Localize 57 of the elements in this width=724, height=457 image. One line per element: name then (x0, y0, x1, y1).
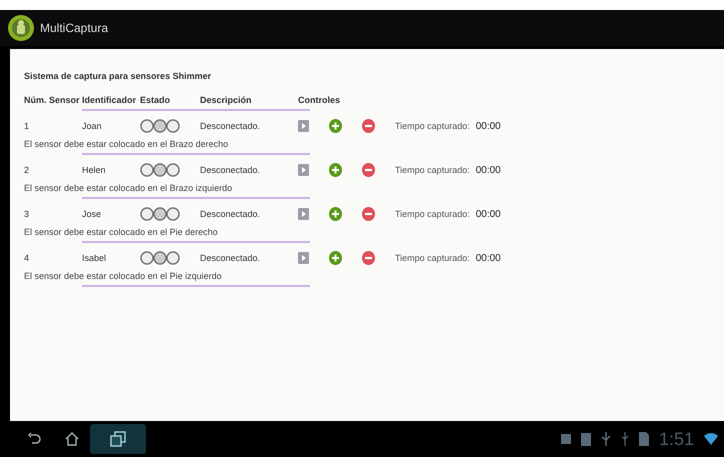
status-circles-icon (140, 251, 180, 265)
play-button[interactable] (298, 164, 309, 176)
remove-button[interactable] (362, 251, 375, 265)
recent-apps-button[interactable] (90, 424, 146, 454)
sensor-name: Helen (82, 165, 107, 175)
sensor-note: El sensor debe estar colocado en el Pie derecho (24, 227, 219, 237)
sensor-number: 4 (24, 253, 30, 263)
sensor-note: El sensor debe estar colocado en el Brazo derecho (24, 139, 230, 149)
time-value: 00:00 (476, 164, 501, 176)
sensor-description: Desconectado. (200, 209, 262, 219)
play-button[interactable] (298, 208, 309, 220)
remove-button[interactable] (362, 163, 375, 177)
status-circles-icon (140, 163, 180, 177)
sensor-number: 3 (24, 209, 30, 219)
column-header: Estado (140, 95, 172, 105)
time-label: Tiempo capturado: (395, 209, 470, 219)
sensor-note: El sensor debe estar colocado en el Pie izquierdo (24, 271, 223, 281)
document-icon (638, 432, 649, 446)
time-label: Tiempo capturado: (395, 121, 470, 131)
back-button[interactable] (28, 432, 42, 446)
sensor-name: Joan (82, 121, 103, 131)
add-button[interactable] (329, 119, 342, 133)
wifi-icon (704, 433, 718, 445)
sensor-name: Isabel (82, 253, 108, 263)
remove-button[interactable] (362, 207, 375, 221)
add-button[interactable] (329, 251, 342, 265)
sensor-description: Desconectado. (200, 165, 262, 175)
column-header: Núm. Sensor (24, 95, 81, 105)
column-header: Descripción (200, 95, 253, 105)
time-value: 00:00 (476, 252, 501, 264)
status-circles-icon (140, 119, 180, 133)
usb-icon (600, 432, 611, 446)
app-title: MultiCaptura (40, 21, 108, 35)
robot-logo-icon (8, 15, 34, 41)
clock: 1:51 (658, 428, 694, 450)
sensor-number: 1 (24, 121, 30, 131)
play-button[interactable] (298, 120, 309, 132)
time-label: Tiempo capturado: (395, 165, 470, 175)
sensor-note: El sensor debe estar colocado en el Brazo izquierdo (24, 183, 234, 193)
time-value: 00:00 (476, 120, 501, 132)
page-heading: Sistema de captura para sensores Shimmer (24, 71, 212, 81)
sensor-name: Jose (82, 209, 102, 219)
sensor-description: Desconectado. (200, 253, 262, 263)
sensor-number: 2 (24, 165, 30, 175)
play-button[interactable] (298, 252, 309, 264)
status-circles-icon (140, 207, 180, 221)
remove-button[interactable] (362, 119, 375, 133)
add-button[interactable] (329, 163, 342, 177)
usb-icon (620, 432, 629, 446)
recent-apps-icon (110, 431, 126, 447)
time-value: 00:00 (476, 208, 501, 220)
column-header: Identificador (82, 95, 138, 105)
add-button[interactable] (329, 207, 342, 221)
time-label: Tiempo capturado: (395, 253, 470, 263)
column-header: Controles (298, 95, 342, 105)
home-button[interactable] (64, 432, 80, 446)
sensor-description: Desconectado. (200, 121, 262, 131)
